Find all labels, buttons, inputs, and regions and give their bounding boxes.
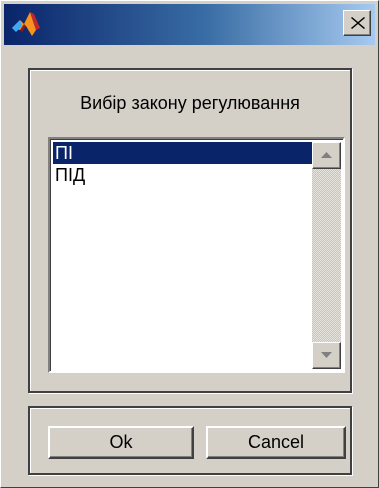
cancel-button[interactable]: Cancel: [206, 426, 346, 459]
ok-button[interactable]: Ok: [48, 426, 194, 459]
matlab-logo-icon: [12, 12, 40, 36]
group-label: Вибір закону регулювання: [80, 93, 300, 113]
list-item[interactable]: ПІ: [53, 142, 315, 164]
dialog-window: Вибір закону регулювання ПІ ПІД Ok Cance…: [0, 0, 379, 488]
close-button[interactable]: [343, 10, 371, 36]
close-icon: [351, 17, 365, 29]
scroll-up-button[interactable]: [312, 142, 341, 169]
arrow-down-icon: [321, 352, 332, 358]
title-bar[interactable]: [4, 4, 375, 45]
scroll-down-button[interactable]: [312, 342, 341, 369]
arrow-up-icon: [321, 152, 332, 158]
vertical-scrollbar[interactable]: [312, 142, 341, 369]
list-item[interactable]: ПІД: [53, 164, 315, 186]
control-law-listbox[interactable]: ПІ ПІД: [48, 137, 345, 373]
